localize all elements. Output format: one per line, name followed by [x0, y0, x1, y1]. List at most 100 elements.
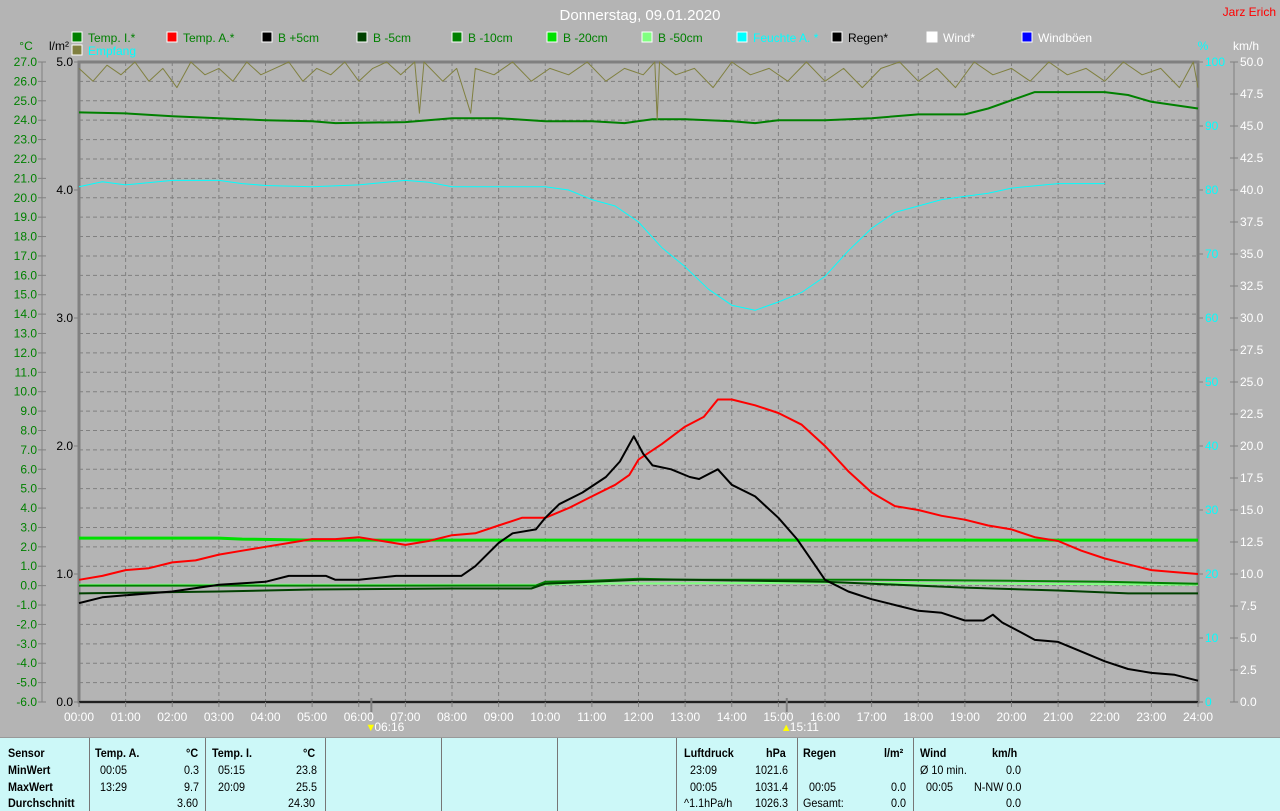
- wind-max-time: 00:05: [926, 780, 954, 794]
- wind-tick-label: 12.5: [1240, 535, 1264, 549]
- x-tick-label: 17:00: [857, 710, 887, 724]
- legend-item: B -50cm: [658, 31, 703, 45]
- temp-tick-label: 15.0: [14, 288, 38, 302]
- temp-tick-label: 9.0: [20, 404, 37, 418]
- sunrise-time-label: 06:16: [374, 720, 404, 734]
- x-tick-label: 02:00: [157, 710, 187, 724]
- x-tick-label: 19:00: [950, 710, 980, 724]
- x-tick-label: 24:00: [1183, 710, 1213, 724]
- temp-axis-label: °C: [19, 39, 33, 53]
- temp-a-max: 9.7: [184, 780, 200, 794]
- legend-swatch: [71, 31, 83, 43]
- wind-tick-label: 40.0: [1240, 183, 1264, 197]
- wind-tick-label: 45.0: [1240, 119, 1264, 133]
- humidity-tick-label: 60: [1205, 311, 1219, 325]
- humidity-tick-label: 50: [1205, 375, 1219, 389]
- wind-tick-label: 10.0: [1240, 567, 1264, 581]
- temp-a-header: Temp. A.: [95, 746, 140, 760]
- temp-tick-label: 26.0: [14, 74, 38, 88]
- sunset-time-label: 15:11: [790, 720, 819, 734]
- x-tick-label: 14:00: [717, 710, 747, 724]
- wind-tick-label: 50.0: [1240, 55, 1264, 69]
- rain-unit: l/m²: [884, 746, 904, 760]
- temp-i-min: 23.8: [296, 763, 318, 777]
- legend-swatch: [166, 31, 178, 43]
- humidity-tick-label: 10: [1205, 631, 1219, 645]
- humidity-tick-label: 80: [1205, 183, 1219, 197]
- wind-tick-label: 32.5: [1240, 279, 1264, 293]
- wind-tick-label: 27.5: [1240, 343, 1264, 357]
- x-tick-label: 01:00: [111, 710, 141, 724]
- wind-tick-label: 35.0: [1240, 247, 1264, 261]
- temp-tick-label: 11.0: [15, 365, 38, 379]
- x-tick-label: 20:00: [996, 710, 1026, 724]
- wind-header: Wind: [920, 746, 947, 760]
- humidity-tick-label: 70: [1205, 247, 1219, 261]
- temp-a-max-time: 13:29: [100, 780, 128, 794]
- pressure-max-time: 00:05: [690, 780, 718, 794]
- wind-tick-label: 42.5: [1240, 151, 1264, 165]
- temp-i-min-time: 05:15: [218, 763, 246, 777]
- x-tick-label: 21:00: [1043, 710, 1073, 724]
- temp-tick-label: 24.0: [14, 113, 38, 127]
- humidity-axis-label: %: [1198, 39, 1209, 53]
- pressure-max: 1031.4: [755, 780, 789, 794]
- temp-i-max: 25.5: [296, 780, 318, 794]
- temp-tick-label: 3.0: [20, 520, 37, 534]
- rain-tick-label: 5.0: [56, 55, 73, 69]
- temp-tick-label: 17.0: [14, 249, 38, 263]
- x-tick-label: 03:00: [204, 710, 234, 724]
- temp-tick-label: 4.0: [20, 501, 37, 515]
- wind-tick-label: 0.0: [1240, 695, 1257, 709]
- rain-tick-label: 4.0: [56, 183, 73, 197]
- rain-total-label: Gesamt:: [803, 796, 844, 810]
- wind-tick-label: 47.5: [1240, 87, 1264, 101]
- wind-unit: km/h: [992, 746, 1018, 760]
- temp-tick-label: -5.0: [16, 676, 37, 690]
- wind-tick-label: 5.0: [1240, 631, 1257, 645]
- legend-swatch: [926, 31, 938, 43]
- legend-swatch: [736, 31, 748, 43]
- temp-tick-label: 0.0: [20, 579, 37, 593]
- temp-tick-label: 14.0: [14, 307, 38, 321]
- legend-item: B -10cm: [468, 31, 513, 45]
- legend-swatch: [261, 31, 273, 43]
- x-tick-label: 12:00: [623, 710, 653, 724]
- temp-tick-label: 1.0: [20, 559, 37, 573]
- rain-tick-label: 0.0: [56, 695, 73, 709]
- legend-item: Feuchte A. *: [753, 31, 819, 45]
- temp-tick-label: 12.0: [14, 346, 38, 360]
- x-tick-label: 04:00: [250, 710, 280, 724]
- humidity-tick-label: 40: [1205, 439, 1219, 453]
- plot-frame: [77, 60, 1200, 704]
- rain-tick-label: 1.0: [56, 567, 73, 581]
- legend-item: Temp. A.*: [183, 31, 235, 45]
- legend-item: Temp. I.*: [88, 31, 136, 45]
- temp-i-unit: °C: [303, 746, 316, 760]
- temp-tick-label: 27.0: [14, 55, 38, 69]
- wind-avg-label: Ø 10 min.: [920, 763, 967, 777]
- wind-tick-label: 7.5: [1240, 599, 1257, 613]
- temp-tick-label: 19.0: [14, 210, 38, 224]
- temp-tick-label: 22.0: [14, 152, 38, 166]
- temp-i-header: Temp. I.: [212, 746, 253, 760]
- legend-swatch: [641, 31, 653, 43]
- temp-tick-label: 2.0: [20, 540, 37, 554]
- pressure-min: 1021.6: [755, 763, 789, 777]
- pressure-unit: hPa: [766, 746, 786, 760]
- temp-tick-label: -3.0: [16, 637, 37, 651]
- temp-tick-label: 7.0: [20, 443, 37, 457]
- legend-item: B -5cm: [373, 31, 411, 45]
- humidity-tick-label: 90: [1205, 119, 1219, 133]
- temp-tick-label: -2.0: [16, 617, 37, 631]
- row-label-max: MaxWert: [8, 780, 53, 794]
- author-label: Jarz Erich: [1223, 5, 1276, 19]
- sensor-header: Sensor: [8, 746, 45, 760]
- humidity-tick-label: 100: [1205, 55, 1225, 69]
- chart-title: Donnerstag, 09.01.2020: [560, 7, 721, 24]
- temp-i-max-time: 20:09: [218, 780, 246, 794]
- temp-a-min-time: 00:05: [100, 763, 128, 777]
- humidity-tick-label: 0: [1205, 695, 1212, 709]
- row-label-avg: Durchschnitt: [8, 796, 75, 810]
- x-tick-label: 08:00: [437, 710, 467, 724]
